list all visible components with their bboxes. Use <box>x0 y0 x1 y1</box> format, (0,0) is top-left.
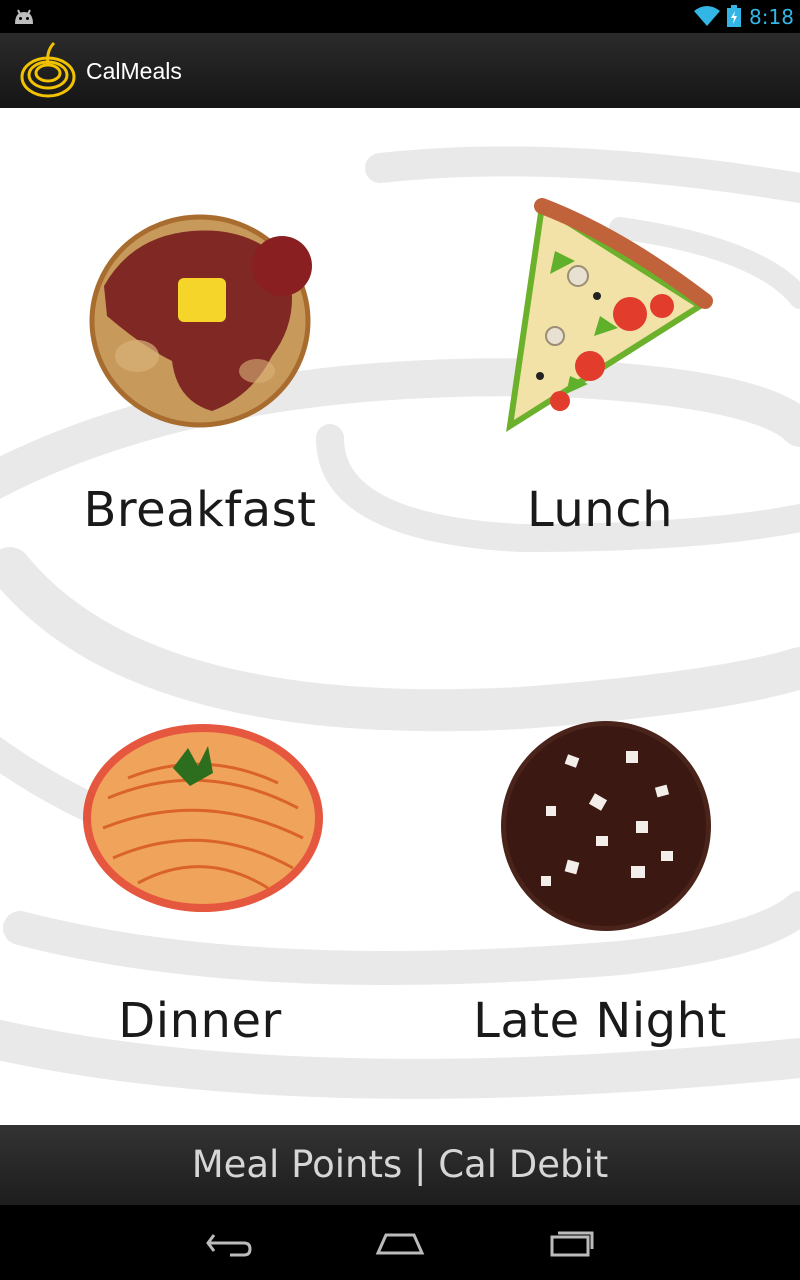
meal-menu: Breakfast Lunch Dinner Late Night <box>0 108 800 1125</box>
back-icon[interactable] <box>200 1223 256 1263</box>
system-nav-bar <box>0 1205 800 1280</box>
meal-points-button[interactable]: Meal Points | Cal Debit <box>0 1143 800 1186</box>
action-bar: CalMeals <box>0 33 800 109</box>
tile-dinner[interactable]: Dinner <box>0 688 400 1125</box>
spaghetti-icon <box>83 724 323 912</box>
meal-label: Breakfast <box>83 482 317 538</box>
meal-label: Lunch <box>526 482 674 538</box>
pancakes-icon <box>89 214 312 428</box>
meal-label: Dinner <box>118 993 282 1049</box>
android-debug-icon <box>15 9 33 24</box>
meal-points-bar: Meal Points | Cal Debit <box>0 1125 800 1205</box>
calmeals-logo-icon[interactable] <box>18 39 78 101</box>
cookie-icon <box>501 721 711 931</box>
recent-apps-icon[interactable] <box>544 1223 600 1263</box>
tile-lunch[interactable]: Lunch <box>400 178 800 638</box>
meal-label: Late Night <box>473 993 727 1049</box>
status-clock: 8:18 <box>749 5 794 29</box>
battery-charging-icon <box>727 5 741 27</box>
app-title: CalMeals <box>86 58 182 84</box>
tile-breakfast[interactable]: Breakfast <box>0 178 400 638</box>
wifi-icon <box>694 6 720 26</box>
tile-late-night[interactable]: Late Night <box>400 688 800 1125</box>
home-icon[interactable] <box>372 1223 428 1263</box>
status-bar: 8:18 <box>0 0 800 33</box>
pizza-slice-icon <box>506 198 713 433</box>
